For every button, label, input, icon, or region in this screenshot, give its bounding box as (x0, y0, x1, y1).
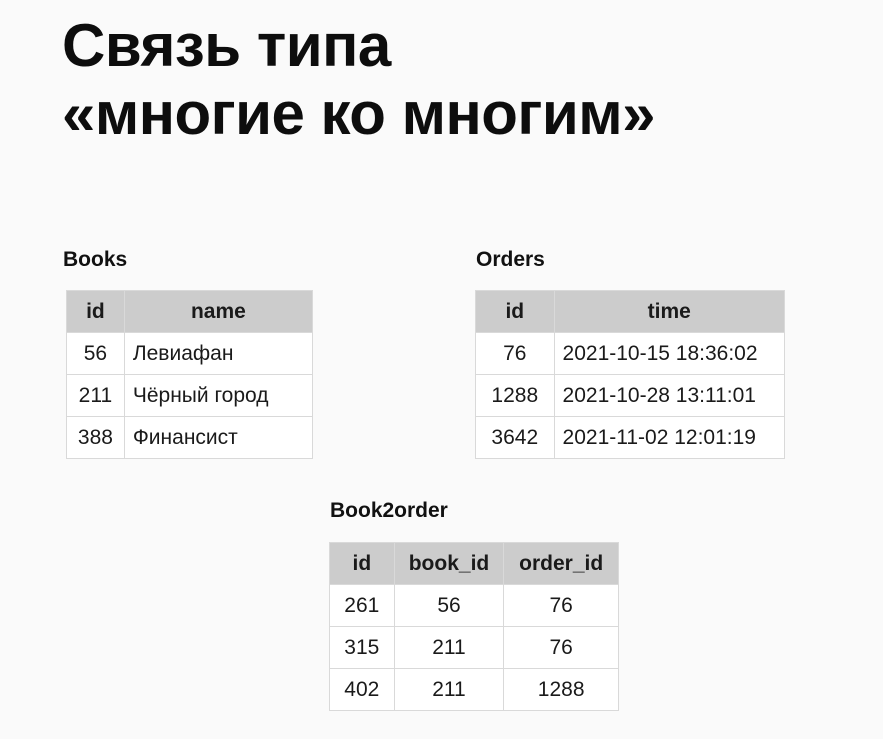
cell-id: 211 (66, 374, 125, 417)
table-row: 402 211 1288 (329, 668, 619, 711)
column-header-book-id: book_id (393, 542, 505, 585)
table-row: 56 Левиафан (66, 332, 314, 375)
books-table-caption: Books (63, 248, 128, 271)
cell-name: Чёрный город (123, 374, 314, 417)
column-header-name: name (123, 290, 314, 333)
book2order-table-caption: Book2order (330, 499, 448, 522)
column-header-order-id: order_id (503, 542, 619, 585)
column-header-id: id (475, 290, 555, 333)
cell-time: 2021-10-28 13:11:01 (553, 374, 786, 417)
cell-name: Левиафан (123, 332, 314, 375)
cell-id: 388 (66, 416, 125, 459)
cell-book-id: 56 (393, 584, 505, 627)
column-header-id: id (66, 290, 125, 333)
orders-table: id time 76 2021-10-15 18:36:02 1288 2021… (475, 290, 786, 459)
cell-id: 56 (66, 332, 125, 375)
books-table: id name 56 Левиафан 211 Чёрный город 388… (66, 290, 314, 459)
book2order-table: id book_id order_id 261 56 76 315 211 76… (329, 542, 619, 711)
table-row: 76 2021-10-15 18:36:02 (475, 332, 786, 375)
cell-id: 1288 (475, 374, 555, 417)
column-header-time: time (553, 290, 786, 333)
cell-book-id: 211 (393, 668, 505, 711)
cell-book-id: 211 (393, 626, 505, 669)
cell-order-id: 1288 (503, 668, 619, 711)
table-header-row: id time (475, 290, 786, 333)
orders-table-caption: Orders (476, 248, 545, 271)
cell-order-id: 76 (503, 626, 619, 669)
page-title-line-2: «многие ко многим» (62, 80, 656, 147)
column-header-id: id (329, 542, 395, 585)
cell-id: 76 (475, 332, 555, 375)
table-row: 315 211 76 (329, 626, 619, 669)
cell-time: 2021-10-15 18:36:02 (553, 332, 786, 375)
page-title-line-1: Связь типа (62, 12, 391, 79)
table-row: 388 Финансист (66, 416, 314, 459)
table-row: 1288 2021-10-28 13:11:01 (475, 374, 786, 417)
cell-id: 402 (329, 668, 395, 711)
cell-id: 261 (329, 584, 395, 627)
table-row: 261 56 76 (329, 584, 619, 627)
table-header-row: id name (66, 290, 314, 333)
cell-time: 2021-11-02 12:01:19 (553, 416, 786, 459)
table-header-row: id book_id order_id (329, 542, 619, 585)
page-title: Связь типа «многие ко многим» (62, 12, 656, 148)
table-row: 3642 2021-11-02 12:01:19 (475, 416, 786, 459)
cell-name: Финансист (123, 416, 314, 459)
cell-id: 315 (329, 626, 395, 669)
cell-id: 3642 (475, 416, 555, 459)
table-row: 211 Чёрный город (66, 374, 314, 417)
cell-order-id: 76 (503, 584, 619, 627)
